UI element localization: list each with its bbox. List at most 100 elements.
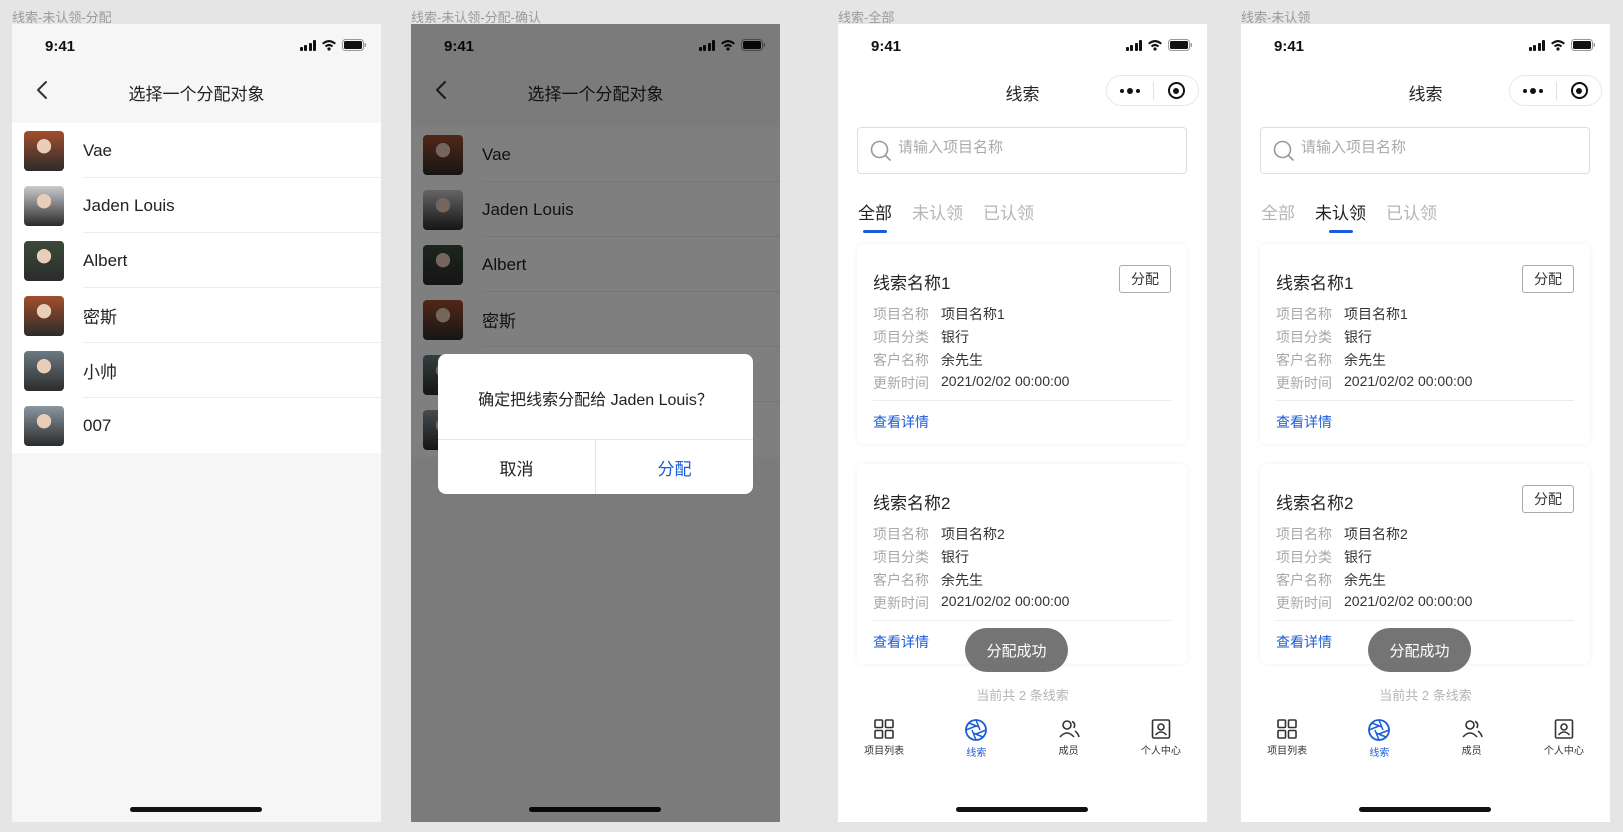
field-label: 项目分类 bbox=[1276, 549, 1332, 565]
close-target-icon[interactable] bbox=[1154, 82, 1198, 99]
customer-value: 余先生 bbox=[1344, 572, 1386, 588]
view-details-link[interactable]: 查看详情 bbox=[1276, 412, 1332, 432]
tabbar-item-profile[interactable]: 个人中心 bbox=[1518, 718, 1610, 768]
nav-bar: 选择一个分配对象 bbox=[12, 68, 381, 112]
tabbar-item-leads[interactable]: 线索 bbox=[1333, 718, 1425, 768]
home-indicator bbox=[956, 807, 1088, 812]
person-item[interactable]: 007 bbox=[12, 398, 381, 453]
nav-bar: 线索 bbox=[1241, 68, 1610, 112]
tab-unclaimed[interactable]: 未认领 bbox=[912, 199, 963, 233]
person-item[interactable]: 小帅 bbox=[12, 343, 381, 398]
assign-button[interactable]: 分配 bbox=[1522, 265, 1574, 293]
project-name-value: 项目名称1 bbox=[1344, 306, 1408, 322]
updated-value: 2021/02/02 00:00:00 bbox=[941, 593, 1070, 609]
avatar bbox=[24, 350, 64, 391]
tabbar-item-members[interactable]: 成员 bbox=[1426, 718, 1518, 768]
more-dots-icon[interactable] bbox=[1510, 87, 1556, 94]
miniprogram-capsule bbox=[1509, 75, 1602, 106]
field-label: 项目分类 bbox=[1276, 329, 1332, 345]
phone-assign-select: 9:41 选择一个分配对象 Vae Jaden Louis Albert 密斯 … bbox=[12, 24, 381, 822]
tab-claimed[interactable]: 已认领 bbox=[1386, 199, 1437, 233]
confirm-assign-button[interactable]: 分配 bbox=[596, 440, 753, 494]
person-item[interactable]: Jaden Louis bbox=[12, 178, 381, 233]
tabbar-label: 成员 bbox=[1461, 746, 1482, 757]
grid-icon bbox=[874, 719, 894, 739]
tabbar-item-projects[interactable]: 项目列表 bbox=[838, 718, 930, 768]
miniprogram-capsule bbox=[1106, 75, 1199, 106]
tabbar-label: 线索 bbox=[1369, 748, 1390, 759]
person-name: Albert bbox=[83, 250, 128, 270]
tabbar-item-profile[interactable]: 个人中心 bbox=[1115, 718, 1207, 768]
battery-icon bbox=[342, 39, 366, 51]
field-label: 项目名称 bbox=[1276, 526, 1332, 542]
tabbar-item-projects[interactable]: 项目列表 bbox=[1241, 718, 1333, 768]
filter-tabs: 全部 未认领 已认领 bbox=[858, 199, 1034, 233]
lead-card: 线索名称1 分配 项目名称 项目名称1 项目分类 银行 客户名称 余先生 更新时间 20… bbox=[857, 244, 1187, 444]
view-details-link[interactable]: 查看详情 bbox=[873, 412, 929, 432]
dialog-buttons: 取消 分配 bbox=[438, 439, 753, 494]
avatar bbox=[24, 295, 64, 336]
lead-title: 线索名称1 bbox=[1276, 274, 1354, 293]
signal-icon bbox=[1528, 39, 1545, 51]
lead-title: 线索名称2 bbox=[1276, 494, 1354, 513]
tab-all[interactable]: 全部 bbox=[858, 199, 892, 233]
person-item[interactable]: 密斯 bbox=[12, 288, 381, 343]
person-name: Jaden Louis bbox=[83, 195, 175, 215]
tab-unclaimed[interactable]: 未认领 bbox=[1315, 199, 1366, 233]
status-bar: 9:41 bbox=[838, 24, 1207, 68]
close-target-icon[interactable] bbox=[1557, 82, 1601, 99]
field-label: 项目分类 bbox=[873, 329, 929, 345]
confirm-dialog: 确定把线索分配给 Jaden Louis？ 取消 分配 bbox=[438, 354, 753, 494]
field-label: 客户名称 bbox=[873, 572, 929, 588]
status-icons bbox=[1125, 39, 1194, 51]
customer-value: 余先生 bbox=[941, 352, 983, 368]
bottom-tabbar: 项目列表 线索 成员 个人中心 bbox=[838, 718, 1207, 768]
profile-icon bbox=[1151, 719, 1171, 739]
assign-button[interactable]: 分配 bbox=[1522, 485, 1574, 513]
tabbar-item-members[interactable]: 成员 bbox=[1023, 718, 1115, 768]
person-name: 小帅 bbox=[83, 363, 117, 382]
view-details-link[interactable]: 查看详情 bbox=[873, 632, 929, 652]
customer-value: 余先生 bbox=[1344, 352, 1386, 368]
updated-value: 2021/02/02 00:00:00 bbox=[941, 373, 1070, 389]
project-name-value: 项目名称2 bbox=[1344, 526, 1408, 542]
cancel-button[interactable]: 取消 bbox=[438, 440, 596, 494]
search-input[interactable] bbox=[1301, 139, 1571, 156]
person-name: 密斯 bbox=[83, 308, 117, 327]
battery-icon bbox=[1168, 39, 1192, 51]
project-name-value: 项目名称2 bbox=[941, 526, 1005, 542]
tabbar-item-leads[interactable]: 线索 bbox=[930, 718, 1022, 768]
search-input[interactable] bbox=[898, 139, 1168, 156]
search-box bbox=[857, 127, 1187, 174]
status-time: 9:41 bbox=[45, 38, 76, 55]
status-icons bbox=[1528, 39, 1597, 51]
status-icons bbox=[299, 39, 368, 51]
view-details-link[interactable]: 查看详情 bbox=[1276, 632, 1332, 652]
field-label: 更新时间 bbox=[1276, 375, 1332, 391]
person-name: 007 bbox=[83, 415, 112, 435]
aperture-icon bbox=[1368, 719, 1391, 741]
wifi-icon bbox=[322, 40, 336, 51]
person-item[interactable]: Vae bbox=[12, 123, 381, 178]
field-label: 项目分类 bbox=[873, 549, 929, 565]
tabbar-label: 成员 bbox=[1058, 746, 1079, 757]
lead-card: 线索名称1 分配 项目名称 项目名称1 项目分类 银行 客户名称 余先生 更新时间 20… bbox=[1260, 244, 1590, 444]
field-label: 客户名称 bbox=[1276, 352, 1332, 368]
more-dots-icon[interactable] bbox=[1107, 87, 1153, 94]
dialog-message: 确定把线索分配给 Jaden Louis？ bbox=[478, 392, 713, 409]
bottom-tabbar: 项目列表 线索 成员 个人中心 bbox=[1241, 718, 1610, 768]
success-toast: 分配成功 bbox=[965, 628, 1068, 672]
avatar bbox=[24, 405, 64, 446]
person-item[interactable]: Albert bbox=[12, 233, 381, 288]
status-time: 9:41 bbox=[1274, 38, 1305, 55]
assign-button[interactable]: 分配 bbox=[1119, 265, 1171, 293]
search-box bbox=[1260, 127, 1590, 174]
tabbar-label: 线索 bbox=[966, 748, 987, 759]
tab-claimed[interactable]: 已认领 bbox=[983, 199, 1034, 233]
phone-leads-all: 9:41 线索 全部 未认领 已认领 线索名称1 分配 项目名称项目名称1 项目… bbox=[838, 24, 1207, 822]
field-label: 项目名称 bbox=[1276, 306, 1332, 322]
filter-tabs: 全部 未认领 已认领 bbox=[1261, 199, 1437, 233]
tab-all[interactable]: 全部 bbox=[1261, 199, 1295, 233]
category-value: 银行 bbox=[1344, 549, 1372, 565]
field-label: 更新时间 bbox=[873, 595, 929, 611]
